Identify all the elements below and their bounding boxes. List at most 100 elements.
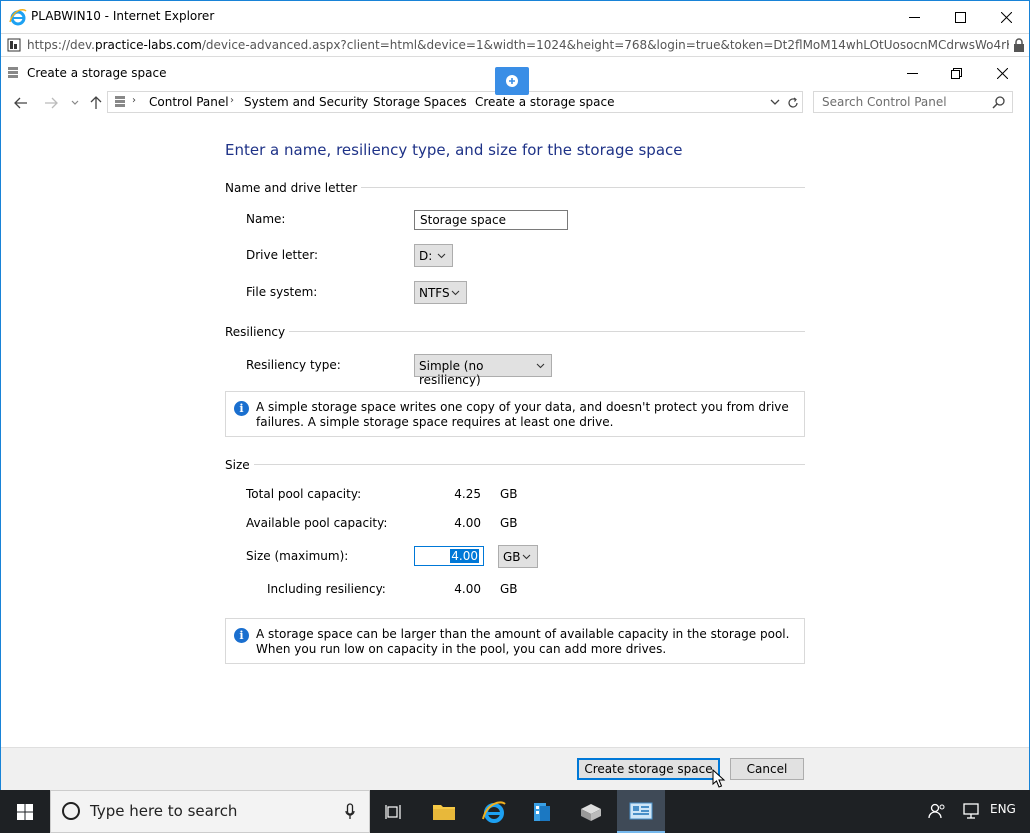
resiliency-type-label: Resiliency type: xyxy=(246,358,341,372)
drive-letter-value: D: xyxy=(419,249,433,263)
breadcrumb-system-security[interactable]: System and Security xyxy=(244,95,368,109)
storage-spaces-icon xyxy=(115,96,125,107)
size-info-text: A storage space can be larger than the a… xyxy=(256,627,790,656)
inner-close-button[interactable] xyxy=(979,57,1025,89)
chevron-down-icon xyxy=(71,100,79,105)
size-info-box: i A storage space can be larger than the… xyxy=(225,618,805,664)
drive-letter-select[interactable]: D: xyxy=(414,244,453,267)
folder-icon xyxy=(433,804,455,820)
size-unit-select[interactable]: GB xyxy=(498,545,538,568)
storage-spaces-icon xyxy=(8,67,18,78)
arrow-right-icon xyxy=(45,97,58,109)
lock-icon xyxy=(1014,38,1024,52)
task-view-icon xyxy=(385,804,401,819)
size-input-value: 4.00 xyxy=(450,549,479,563)
breadcrumb-separator: › xyxy=(132,95,136,106)
name-input[interactable]: Storage space xyxy=(414,210,568,230)
total-pool-capacity-unit: GB xyxy=(500,487,518,501)
microphone-icon[interactable] xyxy=(345,803,355,821)
network-icon[interactable] xyxy=(962,802,982,820)
create-storage-space-button[interactable]: Create storage space xyxy=(577,758,720,780)
ie-window: PLABWIN10 - Internet Explorer https://de… xyxy=(0,0,1030,790)
maximize-button[interactable] xyxy=(937,1,983,33)
close-button[interactable] xyxy=(983,1,1029,33)
mouse-cursor-icon xyxy=(712,769,726,788)
recent-locations-button[interactable] xyxy=(65,93,85,113)
chevron-down-icon xyxy=(522,554,531,560)
size-section-label: Size xyxy=(225,458,254,472)
up-button[interactable] xyxy=(86,93,106,113)
total-pool-capacity-label: Total pool capacity: xyxy=(246,487,362,501)
available-pool-capacity-label: Available pool capacity: xyxy=(246,516,388,530)
remote-session-badge[interactable] xyxy=(495,67,529,95)
breadcrumb-separator: › xyxy=(461,95,465,106)
including-resiliency-value: 4.00 xyxy=(454,582,481,596)
inner-restore-button[interactable] xyxy=(933,57,979,89)
breadcrumb-storage-spaces[interactable]: Storage Spaces xyxy=(373,95,467,109)
arrow-up-icon xyxy=(90,96,102,109)
available-pool-capacity-value: 4.00 xyxy=(454,516,481,530)
cancel-button[interactable]: Cancel xyxy=(730,758,804,780)
file-system-value: NTFS xyxy=(419,286,450,300)
forward-button[interactable] xyxy=(41,93,61,113)
resiliency-type-value: Simple (no resiliency) xyxy=(419,359,484,387)
url-domain: practice-labs.com xyxy=(95,38,202,52)
server-manager-button[interactable] xyxy=(518,790,566,833)
storage-app-button[interactable] xyxy=(567,790,615,833)
chevron-down-icon[interactable] xyxy=(770,99,780,106)
info-icon: i xyxy=(234,628,249,643)
control-panel-icon xyxy=(629,802,653,819)
start-button[interactable] xyxy=(0,790,50,833)
breadcrumb-create-storage-space[interactable]: Create a storage space xyxy=(475,95,614,109)
breadcrumb-control-panel[interactable]: Control Panel xyxy=(149,95,229,109)
url-path: /device-advanced.aspx?client=html&device… xyxy=(201,38,1009,52)
drive-letter-label: Drive letter: xyxy=(246,248,319,262)
search-placeholder: Search Control Panel xyxy=(822,95,947,109)
address-url[interactable]: https://dev.practice-labs.com/device-adv… xyxy=(27,38,1009,52)
arrow-left-icon xyxy=(14,97,27,109)
total-pool-capacity-value: 4.25 xyxy=(454,487,481,501)
section-divider xyxy=(225,464,805,465)
file-system-select[interactable]: NTFS xyxy=(414,281,467,304)
search-input[interactable]: Search Control Panel xyxy=(813,91,1013,113)
name-section-label: Name and drive letter xyxy=(225,181,362,195)
server-manager-icon xyxy=(534,802,550,821)
file-system-label: File system: xyxy=(246,285,318,299)
size-maximum-label: Size (maximum): xyxy=(246,549,349,563)
cortana-icon xyxy=(62,802,80,820)
size-input[interactable]: 4.00 xyxy=(414,546,484,566)
refresh-button[interactable] xyxy=(783,93,803,113)
refresh-icon xyxy=(788,97,798,108)
available-pool-capacity-unit: GB xyxy=(500,516,518,530)
including-resiliency-label: Including resiliency: xyxy=(267,582,386,596)
resiliency-type-select[interactable]: Simple (no resiliency) xyxy=(414,354,552,387)
taskbar-search-input[interactable]: Type here to search xyxy=(50,790,370,833)
ie-titlebar: PLABWIN10 - Internet Explorer xyxy=(1,1,1029,33)
taskbar: Type here to search ENG xyxy=(0,790,1030,833)
internet-explorer-icon xyxy=(9,9,27,26)
breadcrumb[interactable]: › Control Panel › System and Security › … xyxy=(107,91,803,113)
size-unit-value: GB xyxy=(503,550,521,564)
language-indicator[interactable]: ENG xyxy=(990,802,1016,816)
page-title: Enter a name, resiliency type, and size … xyxy=(225,141,683,159)
chevron-down-icon xyxy=(437,253,446,259)
address-bar[interactable]: https://dev.practice-labs.com/device-adv… xyxy=(1,33,1029,57)
inner-minimize-button[interactable] xyxy=(889,57,935,89)
back-button[interactable] xyxy=(11,93,31,113)
taskbar-search-placeholder: Type here to search xyxy=(90,802,238,820)
maximize-icon xyxy=(954,11,966,23)
internet-explorer-button[interactable] xyxy=(470,790,518,833)
file-explorer-button[interactable] xyxy=(420,790,468,833)
site-icon xyxy=(7,38,21,52)
chevron-down-icon xyxy=(536,363,545,369)
chevron-down-icon xyxy=(451,290,460,296)
info-icon: i xyxy=(234,401,249,416)
including-resiliency-unit: GB xyxy=(500,582,518,596)
people-icon[interactable] xyxy=(928,802,946,820)
minimize-icon xyxy=(906,72,918,74)
control-panel-button[interactable] xyxy=(617,790,665,833)
resiliency-section-label: Resiliency xyxy=(225,325,290,339)
minimize-button[interactable] xyxy=(891,1,937,33)
task-view-button[interactable] xyxy=(370,790,418,833)
search-icon[interactable] xyxy=(992,95,1006,109)
